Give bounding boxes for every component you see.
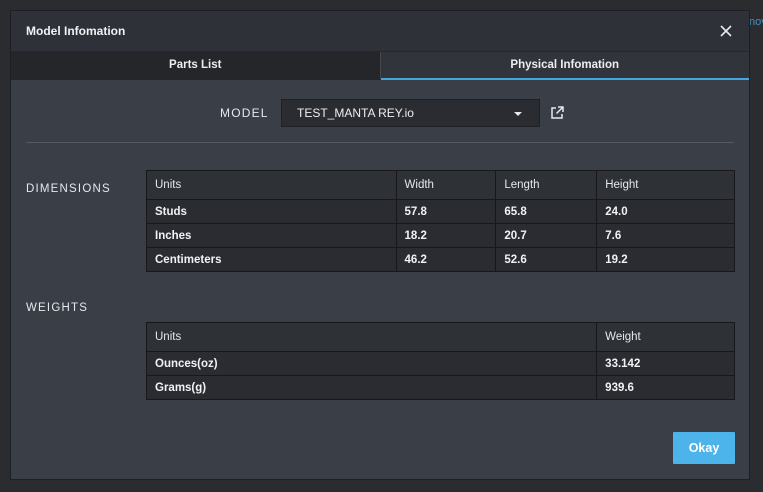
model-label: MODEL — [220, 106, 269, 120]
chevron-down-icon — [514, 112, 522, 116]
table-row: Ounces(oz) 33.142 — [145, 351, 735, 376]
table-cell: 24.0 — [596, 199, 735, 224]
table-cell: Inches — [146, 223, 397, 248]
column-header: Height — [596, 170, 735, 200]
dialog-titlebar: Model Infomation — [11, 11, 749, 52]
table-cell: Ounces(oz) — [145, 351, 598, 376]
column-header: Units — [146, 170, 397, 200]
table-row: Grams(g) 939.6 — [145, 375, 735, 400]
dialog-title: Model Infomation — [26, 24, 126, 38]
background-edge-text: nov — [749, 16, 763, 28]
table-cell: 19.2 — [596, 247, 735, 272]
tab-bar: Parts List Physical Infomation — [11, 52, 749, 80]
table-cell: Studs — [146, 199, 397, 224]
table-cell: Centimeters — [146, 247, 397, 272]
tab-physical-information[interactable]: Physical Infomation — [380, 52, 749, 80]
close-button[interactable] — [715, 20, 737, 42]
model-dropdown-value: TEST_MANTA REY.io — [297, 106, 414, 120]
table-cell: Grams(g) — [145, 375, 598, 400]
table-header-row: Units Weight — [145, 322, 735, 352]
table-cell: 939.6 — [596, 375, 735, 400]
model-information-dialog: Model Infomation Parts List Physical Inf… — [10, 10, 750, 480]
table-cell: 18.2 — [395, 223, 497, 248]
weights-table: Units Weight Ounces(oz) 33.142 Grams(g) … — [145, 322, 735, 400]
tab-parts-list[interactable]: Parts List — [11, 52, 381, 80]
dimensions-label: DIMENSIONS — [26, 183, 111, 195]
close-icon — [720, 25, 732, 37]
model-row: MODEL TEST_MANTA REY.io — [11, 99, 749, 127]
table-cell: 57.8 — [395, 199, 497, 224]
table-cell: 20.7 — [495, 223, 598, 248]
open-external-button[interactable] — [549, 105, 565, 121]
okay-button[interactable]: Okay — [673, 432, 735, 464]
table-cell: 52.6 — [495, 247, 598, 272]
table-cell: 46.2 — [395, 247, 497, 272]
external-link-icon — [551, 106, 564, 119]
table-cell: 7.6 — [596, 223, 735, 248]
table-row: Studs 57.8 65.8 24.0 — [146, 199, 735, 224]
column-header: Length — [495, 170, 598, 200]
column-header: Units — [145, 322, 598, 352]
weights-label: WEIGHTS — [26, 302, 89, 314]
table-header-row: Units Width Length Height — [146, 170, 735, 200]
table-cell: 33.142 — [596, 351, 735, 376]
table-row: Inches 18.2 20.7 7.6 — [146, 223, 735, 248]
column-header: Width — [395, 170, 497, 200]
dimensions-table: Units Width Length Height Studs 57.8 65.… — [146, 170, 735, 272]
section-divider — [26, 142, 734, 143]
model-dropdown[interactable]: TEST_MANTA REY.io — [281, 99, 540, 127]
table-cell: 65.8 — [495, 199, 598, 224]
column-header: Weight — [596, 322, 735, 352]
table-row: Centimeters 46.2 52.6 19.2 — [146, 247, 735, 272]
